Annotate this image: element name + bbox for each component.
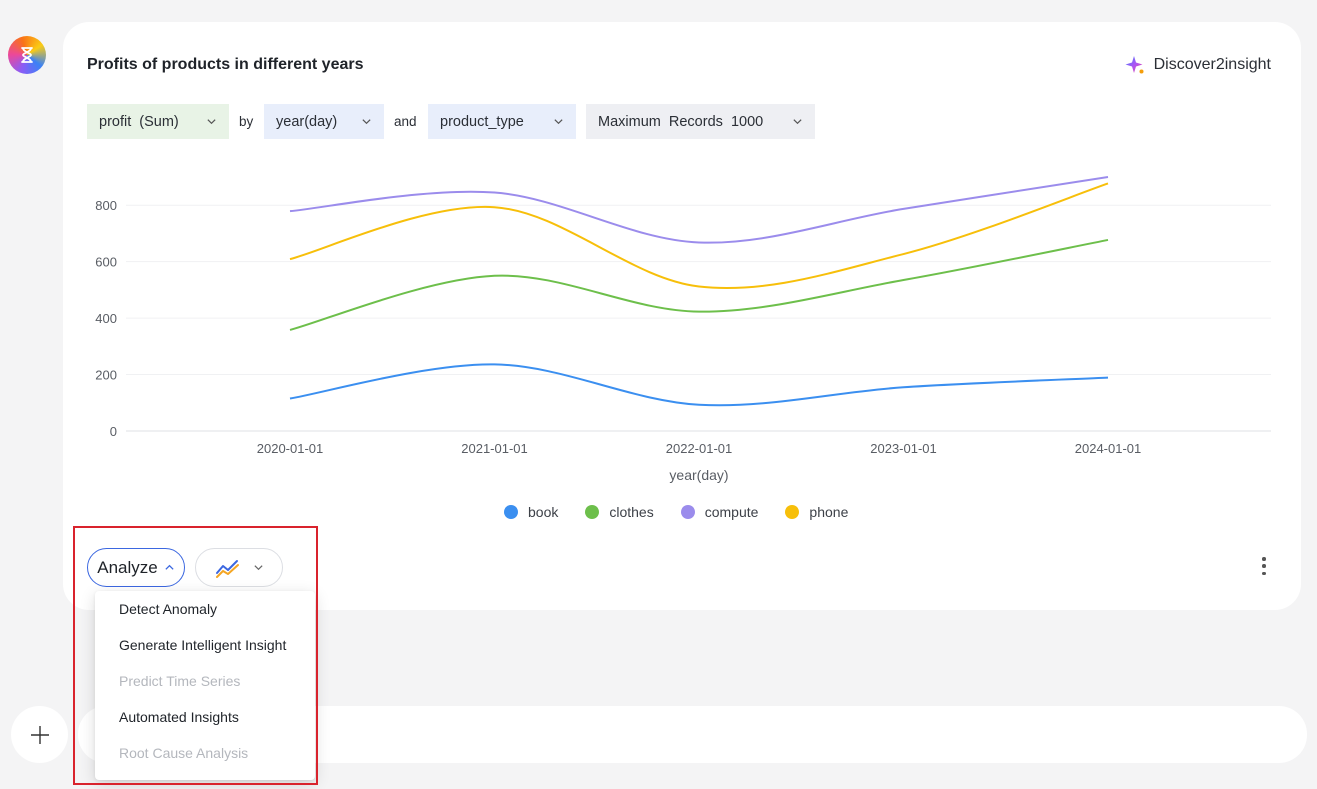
legend-dot (504, 505, 518, 519)
series-line-compute[interactable] (289, 176, 1109, 244)
legend-item-clothes[interactable]: clothes (585, 504, 654, 520)
line-chart: 0 200 400 600 800 2020-01-01 2021-01-01 2022-01… (95, 176, 1271, 483)
x-tick-label: 2020-01-01 (257, 441, 324, 456)
menu-item-generate-intelligent-insight[interactable]: Generate Intelligent Insight (95, 627, 315, 663)
add-button[interactable] (11, 706, 68, 763)
legend-label: compute (704, 504, 759, 520)
y-tick-label: 400 (95, 311, 117, 326)
menu-item-detect-anomaly[interactable]: Detect Anomaly (95, 591, 315, 627)
y-tick-label: 200 (95, 368, 117, 383)
chart-card: Profits of products in different years D… (63, 22, 1301, 610)
chart-series (289, 176, 1109, 407)
legend-label: phone (809, 504, 849, 520)
analyze-label: Analyze (97, 557, 158, 577)
legend-dot (680, 505, 695, 519)
analyze-dropdown-menu: Detect Anomaly Generate Intelligent Insig… (95, 591, 315, 780)
legend-dot (585, 505, 600, 519)
menu-item-predict-time-series: Predict Time Series (119, 673, 241, 689)
chevron-down-icon (253, 565, 263, 571)
legend-dot (785, 505, 800, 519)
y-tick-label: 600 (95, 255, 117, 270)
x-axis-title: year(day) (669, 467, 728, 483)
menu-item-root-cause-analysis: Root Cause Analysis (119, 745, 249, 761)
legend-item-compute[interactable]: compute (680, 504, 759, 520)
series-line-phone[interactable] (289, 182, 1109, 290)
more-vertical-icon[interactable] (1257, 554, 1271, 578)
chevron-up-icon (165, 564, 174, 570)
menu-item-automated-insights[interactable]: Automated Insights (95, 699, 315, 735)
chart-legend: book clothes compute phone (504, 504, 875, 520)
y-tick-label: 0 (110, 424, 117, 439)
x-tick-label: 2024-01-01 (1075, 441, 1142, 456)
legend-label: book (528, 504, 559, 520)
hourglass-icon (21, 47, 33, 63)
legend-label: clothes (609, 504, 654, 520)
series-line-clothes[interactable] (289, 238, 1109, 331)
x-tick-label: 2023-01-01 (870, 441, 937, 456)
line-chart-icon (215, 559, 239, 578)
series-line-book[interactable] (289, 363, 1109, 407)
x-tick-label: 2022-01-01 (666, 441, 733, 456)
chart-axes: 0 200 400 600 800 2020-01-01 2021-01-01 2022-01… (95, 198, 1141, 483)
legend-item-book[interactable]: book (504, 504, 558, 520)
plus-icon (30, 725, 49, 744)
analyze-button[interactable]: Analyze (87, 548, 185, 587)
app-logo-icon[interactable] (8, 36, 46, 74)
legend-item-phone[interactable]: phone (785, 504, 848, 520)
y-tick-label: 800 (95, 198, 117, 213)
x-tick-label: 2021-01-01 (461, 441, 528, 456)
chart-type-button[interactable] (195, 548, 283, 587)
